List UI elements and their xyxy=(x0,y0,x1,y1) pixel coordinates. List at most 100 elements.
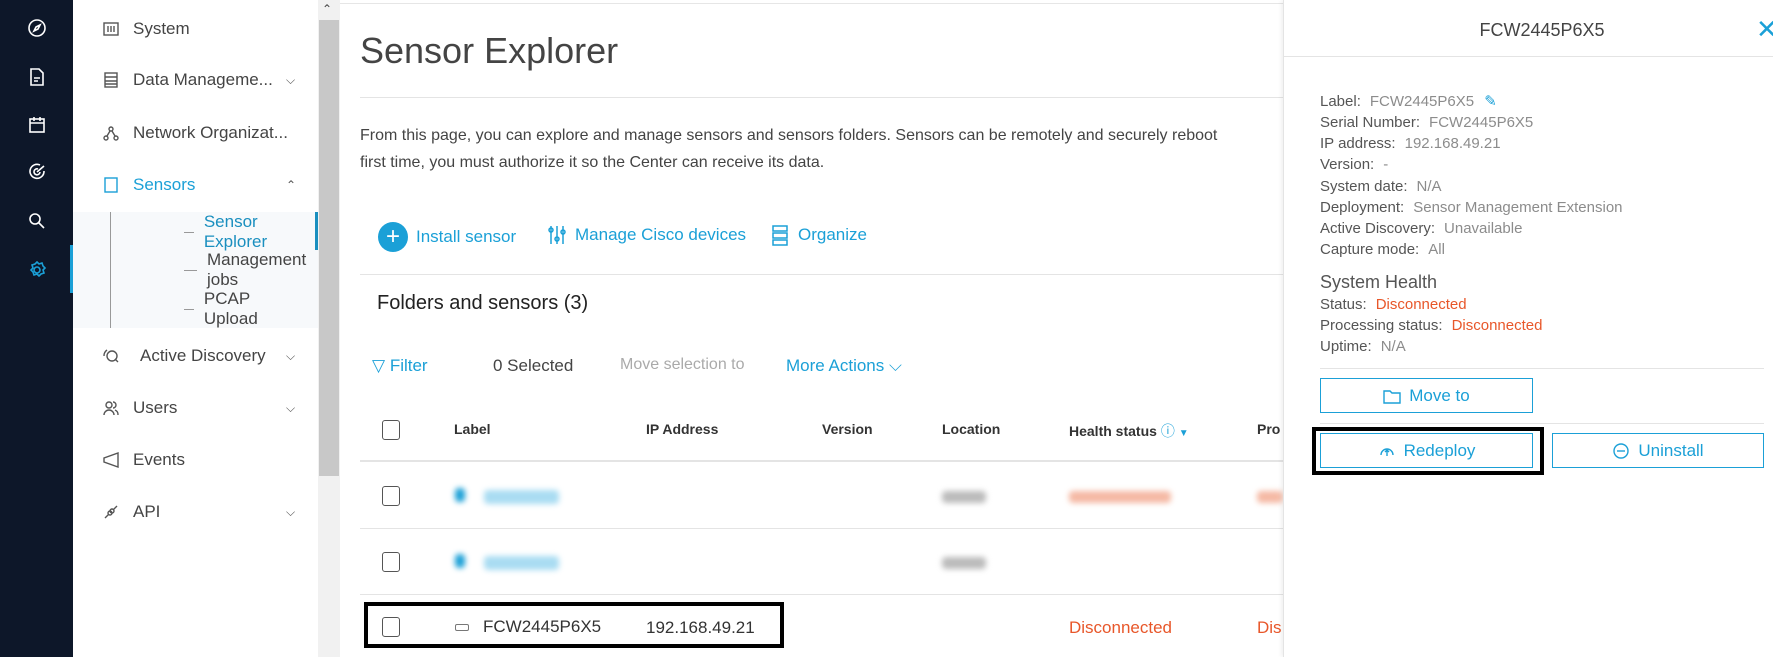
field-key: Label: xyxy=(1320,93,1361,110)
sidebar-subitem-management-jobs[interactable]: Management jobs xyxy=(184,250,310,289)
column-ip-address[interactable]: IP Address xyxy=(646,421,718,437)
filter-label: Filter xyxy=(389,356,428,375)
document-icon[interactable] xyxy=(27,67,47,87)
field-value: N/A xyxy=(1380,338,1406,355)
sidebar-item-network-organization[interactable]: Network Organizat... xyxy=(73,118,318,148)
divider xyxy=(1320,423,1764,424)
field-value: - xyxy=(1383,156,1389,173)
chevron-down-icon: ⌵ xyxy=(889,356,902,375)
health-status: Status: Disconnected xyxy=(1320,296,1467,313)
compass-icon[interactable] xyxy=(27,18,47,38)
move-to-button[interactable]: Move to xyxy=(1320,378,1533,413)
divider xyxy=(1320,368,1764,369)
field-deployment: Deployment: Sensor Management Extension xyxy=(1320,199,1623,216)
subitem-label: Management jobs xyxy=(206,250,307,289)
install-sensor-button[interactable]: + Install sensor xyxy=(378,222,516,252)
field-capture-mode: Capture mode: All xyxy=(1320,241,1445,258)
manage-cisco-devices-button[interactable]: Manage Cisco devices xyxy=(547,224,746,246)
blurred-label[interactable] xyxy=(484,556,559,570)
sort-down-icon[interactable]: ▼ xyxy=(1179,428,1189,439)
sidebar-item-sensors[interactable]: Sensors ⌃ xyxy=(73,170,318,200)
blurred-processing xyxy=(1257,491,1283,503)
highlight-box xyxy=(364,602,784,648)
page-title: Sensor Explorer xyxy=(360,30,619,71)
sidebar-item-data-management[interactable]: Data Manageme... ⌵ xyxy=(73,65,318,95)
column-label[interactable]: Label xyxy=(454,421,491,437)
divider xyxy=(1284,56,1773,57)
sidebar-subitem-pcap-upload[interactable]: PCAP Upload xyxy=(184,289,265,328)
sensor-health-status: Disconnected xyxy=(1069,618,1173,637)
select-all-checkbox[interactable] xyxy=(382,420,400,440)
field-key: Version: xyxy=(1320,156,1375,173)
more-actions-dropdown[interactable]: More Actions ⌵ xyxy=(786,356,902,376)
folder-icon xyxy=(1383,389,1401,404)
gear-icon[interactable] xyxy=(27,260,47,280)
filter-icon: ▽ xyxy=(372,356,386,375)
field-value: FCW2445P6X5 xyxy=(1369,93,1475,110)
highlight-box xyxy=(1312,427,1544,475)
sidebar-subitem-sensor-explorer[interactable]: Sensor Explorer xyxy=(184,212,274,251)
close-icon[interactable]: ✕ xyxy=(1756,16,1773,42)
tree-dash xyxy=(184,231,194,233)
blurred-location xyxy=(942,491,986,503)
field-key: IP address: xyxy=(1320,135,1396,152)
blurred-location xyxy=(942,557,986,569)
field-key: Uptime: xyxy=(1320,338,1372,355)
field-version: Version: - xyxy=(1320,156,1388,173)
sensor-icon xyxy=(102,176,120,194)
more-actions-label: More Actions xyxy=(786,356,885,375)
field-value: Unavailable xyxy=(1444,220,1523,237)
sidebar-item-users[interactable]: Users ⌵ xyxy=(73,393,318,423)
system-health-heading: System Health xyxy=(1320,272,1438,292)
sidebar xyxy=(73,0,318,657)
column-version[interactable]: Version xyxy=(822,421,873,437)
row-checkbox[interactable] xyxy=(382,552,400,572)
tree-dash xyxy=(184,269,197,271)
sidebar-item-api[interactable]: API ⌵ xyxy=(73,497,318,527)
organize-button[interactable]: Organize xyxy=(770,224,867,246)
field-value: Sensor Management Extension xyxy=(1413,199,1623,216)
panel-title: FCW2445P6X5 xyxy=(1479,20,1605,40)
system-icon xyxy=(102,20,120,38)
blurred-label[interactable] xyxy=(484,490,559,504)
column-processing[interactable]: Pro xyxy=(1257,421,1283,437)
search-icon[interactable] xyxy=(27,211,47,231)
scrollbar-thumb[interactable] xyxy=(319,20,339,476)
page-description: From this page, you can explore and mana… xyxy=(360,122,1290,176)
health-label: Health status xyxy=(1069,423,1157,439)
icon-rail xyxy=(0,0,73,657)
description-line: first time, you must authorize it so the… xyxy=(360,154,825,171)
network-icon xyxy=(102,124,120,142)
pencil-icon[interactable]: ✎ xyxy=(1484,93,1497,110)
api-icon xyxy=(102,503,120,521)
sidebar-item-system[interactable]: System xyxy=(73,14,318,44)
manage-label: Manage Cisco devices xyxy=(575,225,747,244)
field-label: Label: FCW2445P6X5 ✎ xyxy=(1320,92,1497,110)
calendar-icon[interactable] xyxy=(27,115,47,135)
chevron-up-icon: ⌃ xyxy=(286,178,297,192)
field-value: 192.168.49.21 xyxy=(1404,135,1501,152)
uptime: Uptime: N/A xyxy=(1320,338,1406,355)
sidebar-item-active-discovery[interactable]: Active Discovery ⌵ xyxy=(73,341,318,371)
column-health-status[interactable]: Health status ⓘ ▼ xyxy=(1069,421,1189,441)
chevron-down-icon: ⌵ xyxy=(286,504,296,519)
radar-icon[interactable] xyxy=(27,162,47,182)
uninstall-button[interactable]: Uninstall xyxy=(1552,433,1764,468)
field-key: Deployment: xyxy=(1320,199,1405,216)
field-system-date: System date: N/A xyxy=(1320,178,1442,195)
info-icon[interactable]: ⓘ xyxy=(1161,423,1175,439)
move-selection-button[interactable]: Move selection to xyxy=(620,356,745,374)
column-location[interactable]: Location xyxy=(942,421,1000,437)
sidebar-item-events[interactable]: Events xyxy=(73,445,318,475)
field-key: System date: xyxy=(1320,178,1408,195)
row-divider xyxy=(360,594,1283,595)
filter-button[interactable]: ▽ Filter xyxy=(372,356,428,376)
sensor-processing-status: Dis xyxy=(1257,618,1282,637)
minus-circle-icon xyxy=(1613,442,1630,459)
scroll-up-arrow-icon[interactable]: ⌃ xyxy=(322,2,332,16)
field-value: N/A xyxy=(1416,178,1442,195)
uninstall-label: Uninstall xyxy=(1638,440,1704,460)
row-checkbox[interactable] xyxy=(382,486,400,506)
section-title: Folders and sensors (3) xyxy=(377,292,589,314)
field-value: All xyxy=(1428,241,1445,258)
